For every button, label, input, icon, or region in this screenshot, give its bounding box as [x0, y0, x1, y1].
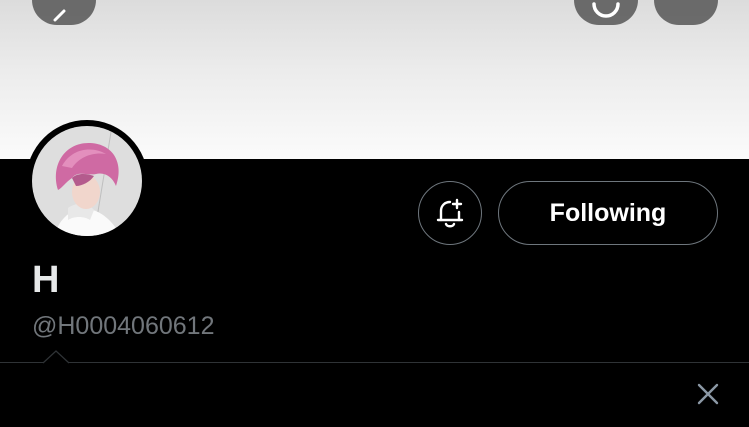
bell-plus-icon [436, 198, 464, 228]
tooltip-caret-icon [42, 350, 70, 364]
notifications-button[interactable] [418, 181, 482, 245]
close-button[interactable] [690, 376, 726, 412]
avatar[interactable] [26, 120, 148, 242]
following-button[interactable]: Following [498, 181, 718, 245]
display-name: H [32, 259, 60, 301]
divider [0, 362, 749, 363]
username-handle: @H0004060612 [32, 312, 215, 340]
search-icon [592, 2, 620, 18]
arrow-left-icon [53, 9, 66, 22]
close-icon [697, 383, 719, 405]
profile-photo [32, 126, 142, 236]
